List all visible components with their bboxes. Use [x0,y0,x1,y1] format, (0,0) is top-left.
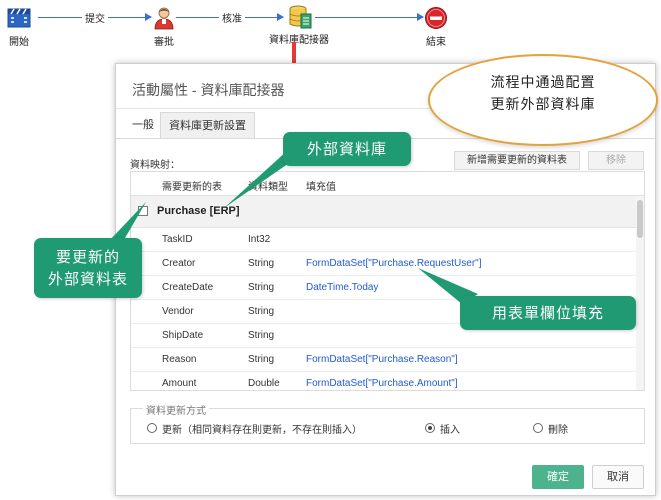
field-value[interactable]: FormDataSet["Purchase.Amount"] [306,378,458,389]
cloud-callout-line1: 流程中通過配置 [490,75,596,91]
mapping-label: 資料映射： [130,160,180,171]
field-name: Amount [162,378,197,389]
callout-external-table: 要更新的 外部資料表 [34,238,142,298]
field-name: Creator [162,258,196,269]
radio-update-label[interactable]: 更新（相同資料存在則更新，不存在則插入） [162,421,362,436]
flow-node-end[interactable]: 結束 [418,6,454,48]
cloud-callout-line2: 更新外部資料庫 [490,97,596,113]
update-mode-group: 資料更新方式 更新（相同資料存在則更新，不存在則插入） 插入 刪除 [130,402,645,444]
radio-update[interactable] [147,423,157,433]
flow-node-approve[interactable]: 審批 [148,6,180,48]
update-mode-legend: 資料更新方式 [143,402,209,417]
flow-node-start-label: 開始 [9,37,29,48]
callout-external-table-line2: 外部資料表 [47,270,128,288]
flow-node-db-adapter[interactable]: 資料庫配接器 [266,4,332,46]
field-type: String [248,330,275,341]
field-type: String [248,282,275,293]
clapperboard-icon [7,6,31,30]
cancel-button[interactable]: 取消 [592,465,644,489]
ok-button[interactable]: 確定 [532,465,584,489]
callout-fill-from-form: 用表單欄位填充 [460,296,636,330]
column-header-table[interactable]: 需要更新的表 [162,178,222,193]
tab-general[interactable]: 一般 [124,112,162,138]
grid-scrollbar[interactable] [636,196,644,390]
table-row[interactable]: Creator String FormDataSet["Purchase.Req… [131,252,644,276]
field-name: CreateDate [162,282,214,293]
database-adapter-icon [287,4,312,29]
dialog-title: 活動屬性 - 資料庫配接器 [132,82,285,98]
radio-insert[interactable] [425,423,435,433]
flow-node-approve-label: 審批 [154,37,174,48]
flow-node-end-label: 結束 [426,37,446,48]
field-value[interactable]: FormDataSet["Purchase.Reason"] [306,354,458,365]
grid-header: 需要更新的表 資料類型 填充值 [131,172,644,196]
callout-external-db: 外部資料庫 [283,132,411,166]
field-type: String [248,306,275,317]
callout-external-table-line1: 要更新的 [55,248,120,266]
table-row[interactable]: TaskID Int32 [131,228,644,252]
field-type: Int32 [248,234,271,245]
flow-edge-approve-label: 核准 [219,10,245,25]
field-type: String [248,354,275,365]
table-row[interactable]: Reason String FormDataSet["Purchase.Reas… [131,348,644,372]
mapping-grid: 需要更新的表 資料類型 填充值 Purchase [ERP] TaskID In… [130,171,645,391]
tab-db-update-settings[interactable]: 資料庫更新設置 [160,112,255,138]
field-name: ShipDate [162,330,204,341]
user-icon [152,6,176,30]
table-group-row[interactable]: Purchase [ERP] [131,196,644,228]
field-name: Reason [162,354,197,365]
cloud-callout: 流程中通過配置 更新外部資料庫 [428,54,658,146]
scrollbar-thumb[interactable] [637,200,643,238]
flow-edge-submit-label: 提交 [82,10,108,25]
table-row[interactable]: Amount Double FormDataSet["Purchase.Amou… [131,372,644,390]
field-type: String [248,258,275,269]
field-name: TaskID [162,234,193,245]
stop-sign-icon [424,6,448,30]
flow-node-start[interactable]: 開始 [2,6,36,48]
remove-button[interactable]: 移除 [588,151,644,170]
radio-insert-label[interactable]: 插入 [440,421,460,436]
field-type: Double [248,378,280,389]
field-name: Vendor [162,306,194,317]
field-value[interactable]: DateTime.Today [306,282,378,293]
radio-delete[interactable] [533,423,543,433]
radio-delete-label[interactable]: 刪除 [548,421,568,436]
add-table-button[interactable]: 新增需要更新的資料表 [454,151,580,170]
